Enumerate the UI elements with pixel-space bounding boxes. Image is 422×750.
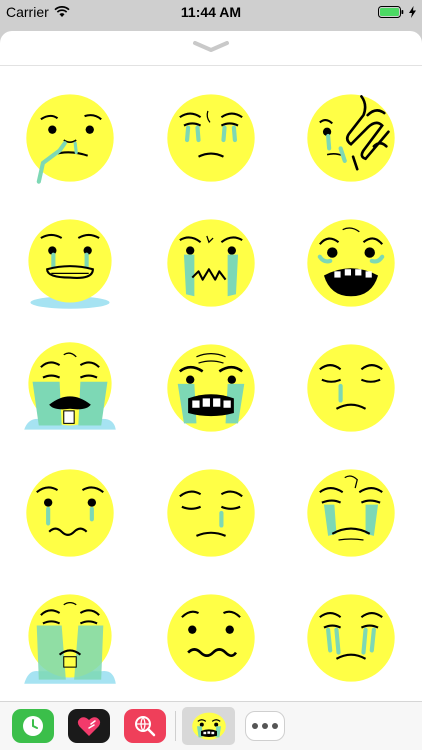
- sticker-sobbing-flooded-face[interactable]: [0, 575, 141, 700]
- sticker-sobbing-face-puddle[interactable]: [0, 325, 141, 450]
- sticker-frowning-crying-face[interactable]: [141, 200, 282, 325]
- more-dot: [272, 723, 278, 729]
- chevron-down-icon[interactable]: [191, 39, 231, 55]
- carrier-label: Carrier: [6, 4, 49, 20]
- sticker-crying-dizzy-face[interactable]: [281, 450, 422, 575]
- status-time: 11:44 AM: [180, 4, 242, 20]
- status-bar: Carrier 11:44 AM: [0, 0, 422, 24]
- charging-bolt-icon: [409, 6, 416, 18]
- sticker-crying-face[interactable]: [141, 75, 282, 200]
- heart-app-icon[interactable]: [68, 709, 110, 743]
- wifi-icon: [54, 6, 70, 17]
- status-left: Carrier: [6, 4, 70, 20]
- sticker-face-with-hand-on-face[interactable]: [281, 75, 422, 200]
- sticker-anguished-open-mouth-face[interactable]: [281, 200, 422, 325]
- status-right: [378, 6, 416, 18]
- sticker-sheet: [0, 31, 422, 701]
- globe-search-app-icon[interactable]: [124, 709, 166, 743]
- clock-app-icon[interactable]: [12, 709, 54, 743]
- sticker-pack-icon[interactable]: [182, 707, 235, 745]
- more-dot: [252, 723, 258, 729]
- sticker-confounded-wavy-mouth-face[interactable]: [141, 575, 282, 700]
- more-apps-icon[interactable]: [245, 711, 285, 741]
- sticker-sad-drooling-face[interactable]: [0, 75, 141, 200]
- drawer-separator: [175, 711, 176, 741]
- more-dot: [262, 723, 268, 729]
- sticker-grimacing-crying-face[interactable]: [141, 325, 282, 450]
- sticker-single-tear-face[interactable]: [281, 325, 422, 450]
- sticker-wavy-mouth-tear-face[interactable]: [0, 450, 141, 575]
- sticker-grid: [0, 75, 422, 700]
- battery-icon: [378, 6, 404, 18]
- sheet-divider: [0, 65, 422, 66]
- app-drawer: [0, 701, 422, 750]
- sticker-pensive-crying-face[interactable]: [281, 575, 422, 700]
- sticker-worried-face-puddle[interactable]: [0, 200, 141, 325]
- sticker-sad-sleepy-face[interactable]: [141, 450, 282, 575]
